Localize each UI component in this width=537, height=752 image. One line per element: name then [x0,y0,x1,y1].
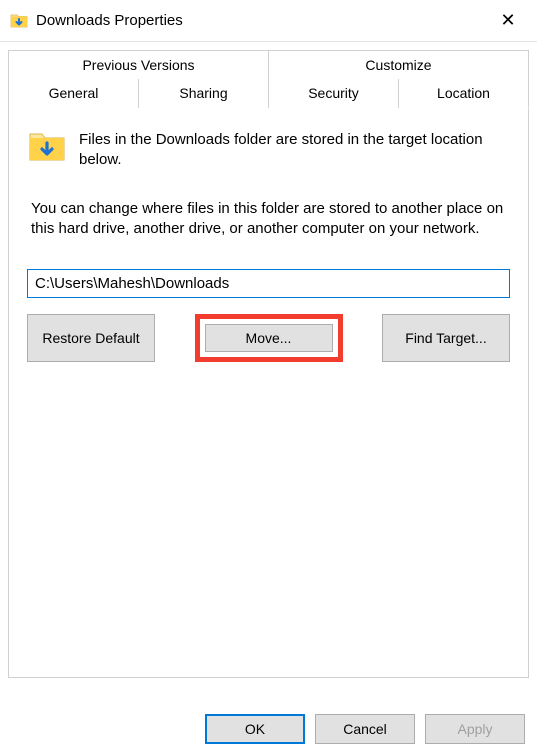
tab-previous-versions[interactable]: Previous Versions [8,50,269,79]
downloads-folder-icon [10,12,28,30]
tab-row-2: General Sharing Security Location [8,79,529,108]
find-target-button[interactable]: Find Target... [382,314,510,362]
window-title: Downloads Properties [36,12,487,29]
tab-sharing[interactable]: Sharing [139,79,269,108]
apply-button[interactable]: Apply [425,714,525,744]
downloads-folder-large-icon [27,126,67,166]
tab-content-location: Files in the Downloads folder are stored… [8,108,529,678]
close-button[interactable]: ✕ [487,2,529,40]
cancel-button[interactable]: Cancel [315,714,415,744]
tab-location[interactable]: Location [399,79,529,108]
info-row: Files in the Downloads folder are stored… [27,126,510,171]
tab-customize[interactable]: Customize [269,50,529,79]
location-buttons-row: Restore Default Move... Find Target... [27,314,510,362]
move-button[interactable]: Move... [205,324,333,352]
move-highlight: Move... [195,314,343,362]
tab-row-1: Previous Versions Customize [8,50,529,79]
restore-default-button[interactable]: Restore Default [27,314,155,362]
close-icon: ✕ [500,10,515,31]
ok-button[interactable]: OK [205,714,305,744]
info-text: Files in the Downloads folder are stored… [79,126,510,171]
description-text: You can change where files in this folde… [27,199,510,240]
titlebar: Downloads Properties ✕ [0,0,537,42]
tab-security[interactable]: Security [269,79,399,108]
tabs-container: Previous Versions Customize General Shar… [0,42,537,108]
path-input[interactable] [27,269,510,298]
dialog-footer: OK Cancel Apply [0,714,537,744]
tab-general[interactable]: General [8,79,139,108]
